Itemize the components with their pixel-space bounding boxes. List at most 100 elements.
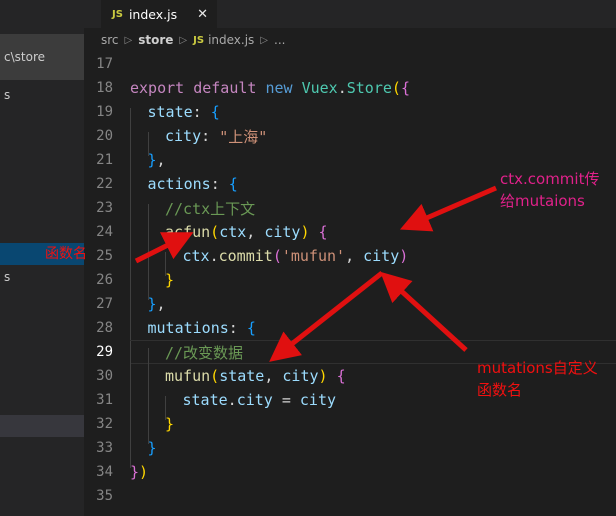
breadcrumb-item-src[interactable]: src bbox=[101, 33, 119, 47]
code-text: mufun(state, city) { bbox=[130, 364, 616, 396]
code-token: } bbox=[147, 295, 157, 313]
explorer-item-hover[interactable] bbox=[0, 415, 84, 437]
code-text: actions: { bbox=[130, 172, 616, 204]
code-line[interactable]: 26} bbox=[84, 268, 616, 300]
code-line[interactable]: 17 bbox=[84, 52, 616, 76]
code-text: mutations: { bbox=[130, 316, 616, 348]
code-line[interactable]: 25 ctx. commit('mufun', city) bbox=[84, 244, 616, 276]
code-line[interactable]: 19 state: { bbox=[84, 100, 616, 132]
chevron-right-icon: ▷ bbox=[124, 34, 133, 46]
code-text: }, bbox=[130, 148, 616, 180]
line-number: 19 bbox=[96, 104, 113, 120]
line-number: 32 bbox=[96, 416, 113, 432]
line-number: 30 bbox=[96, 368, 113, 384]
code-line[interactable]: 24 acfun(ctx, city) { bbox=[84, 220, 616, 252]
line-number: 22 bbox=[96, 176, 113, 192]
code-token: , bbox=[264, 367, 283, 385]
code-line[interactable]: 27}, bbox=[84, 292, 616, 324]
code-token: . bbox=[209, 247, 219, 265]
code-token: , bbox=[156, 151, 166, 169]
line-number: 20 bbox=[96, 128, 113, 144]
code-token: } bbox=[147, 151, 157, 169]
code-text: acfun(ctx, city) { bbox=[130, 220, 616, 252]
line-number: 31 bbox=[96, 392, 113, 408]
code-token: city bbox=[299, 391, 337, 409]
code-token: state bbox=[219, 367, 265, 385]
code-text: state. city = city bbox=[130, 388, 616, 420]
chevron-right-icon: ▷ bbox=[179, 34, 188, 46]
code-text: ctx. commit('mufun', city) bbox=[130, 244, 616, 276]
code-line[interactable]: 33} bbox=[84, 436, 616, 468]
code-token: ctx bbox=[219, 223, 247, 241]
code-editor[interactable]: 17 18 export default new Vuex. Store({19 sta… bbox=[84, 52, 616, 516]
code-token: city bbox=[165, 127, 202, 145]
line-number: 29 bbox=[96, 344, 113, 360]
close-icon[interactable]: ✕ bbox=[197, 8, 208, 21]
code-token: new bbox=[265, 79, 293, 97]
code-text: }) bbox=[130, 460, 616, 484]
explorer-path-tooltip: c\store bbox=[0, 34, 84, 80]
code-line[interactable]: 22 actions: { bbox=[84, 172, 616, 204]
code-text: } bbox=[130, 436, 616, 468]
editor-tab-bar: JS index.js ✕ bbox=[84, 0, 616, 28]
code-token: ( bbox=[210, 367, 220, 385]
line-number: 26 bbox=[96, 272, 113, 288]
code-token: Store bbox=[346, 79, 392, 97]
explorer-item-selected[interactable] bbox=[0, 243, 84, 265]
line-number: 34 bbox=[96, 464, 113, 480]
code-token: , bbox=[345, 247, 364, 265]
code-token: : bbox=[192, 103, 211, 121]
code-token: city bbox=[363, 247, 400, 265]
code-token: ) bbox=[139, 463, 149, 481]
code-token: { bbox=[246, 319, 256, 337]
code-text: //ctx上下文 bbox=[130, 196, 616, 228]
code-line[interactable]: 18 export default new Vuex. Store({ bbox=[84, 76, 616, 100]
line-number: 35 bbox=[96, 488, 113, 504]
code-line[interactable]: 30 mufun(state, city) { bbox=[84, 364, 616, 396]
code-token: { bbox=[210, 103, 220, 121]
line-number: 23 bbox=[96, 200, 113, 216]
code-line[interactable]: 35 bbox=[84, 484, 616, 508]
breadcrumb-item-store[interactable]: store bbox=[138, 33, 173, 47]
code-token: city bbox=[282, 367, 319, 385]
code-text: } bbox=[130, 268, 616, 300]
code-token: mufun bbox=[165, 367, 211, 385]
explorer-item[interactable]: s bbox=[0, 266, 84, 288]
line-number: 17 bbox=[96, 56, 113, 72]
js-file-icon: JS bbox=[112, 9, 123, 20]
code-token: = bbox=[272, 391, 300, 409]
breadcrumb-item-more[interactable]: ... bbox=[274, 33, 285, 47]
code-token: { bbox=[400, 79, 410, 97]
code-line[interactable]: 29 //改变数据 bbox=[84, 340, 616, 372]
code-token: default bbox=[193, 79, 257, 97]
tab-label: index.js bbox=[128, 7, 178, 22]
code-token: , bbox=[156, 295, 166, 313]
code-line[interactable]: 32} bbox=[84, 412, 616, 444]
code-text: } bbox=[130, 412, 616, 444]
code-line[interactable]: 31 state. city = city bbox=[84, 388, 616, 420]
code-token: ( bbox=[210, 223, 220, 241]
code-token: : bbox=[228, 319, 247, 337]
code-token: { bbox=[336, 367, 346, 385]
breadcrumb-item-index-js[interactable]: index.js bbox=[208, 33, 254, 47]
code-token: actions bbox=[147, 175, 211, 193]
code-token: , bbox=[246, 223, 265, 241]
explorer-item[interactable]: s bbox=[0, 84, 84, 106]
code-line[interactable]: 34}) bbox=[84, 460, 616, 484]
code-line[interactable]: 21}, bbox=[84, 148, 616, 180]
code-line[interactable]: 23 //ctx上下文 bbox=[84, 196, 616, 228]
tab-index-js[interactable]: JS index.js ✕ bbox=[101, 0, 218, 28]
code-line[interactable]: 20 city: "上海" bbox=[84, 124, 616, 156]
code-text: city: "上海" bbox=[130, 124, 616, 156]
line-number: 27 bbox=[96, 296, 113, 312]
breadcrumb: src ▷ store ▷ JS index.js ▷ ... bbox=[84, 28, 616, 52]
code-token: //改变数据 bbox=[165, 343, 244, 362]
code-token: "上海" bbox=[219, 127, 268, 146]
code-token: commit bbox=[218, 247, 273, 265]
code-token: acfun bbox=[165, 223, 211, 241]
code-line[interactable]: 28 mutations: { bbox=[84, 316, 616, 348]
